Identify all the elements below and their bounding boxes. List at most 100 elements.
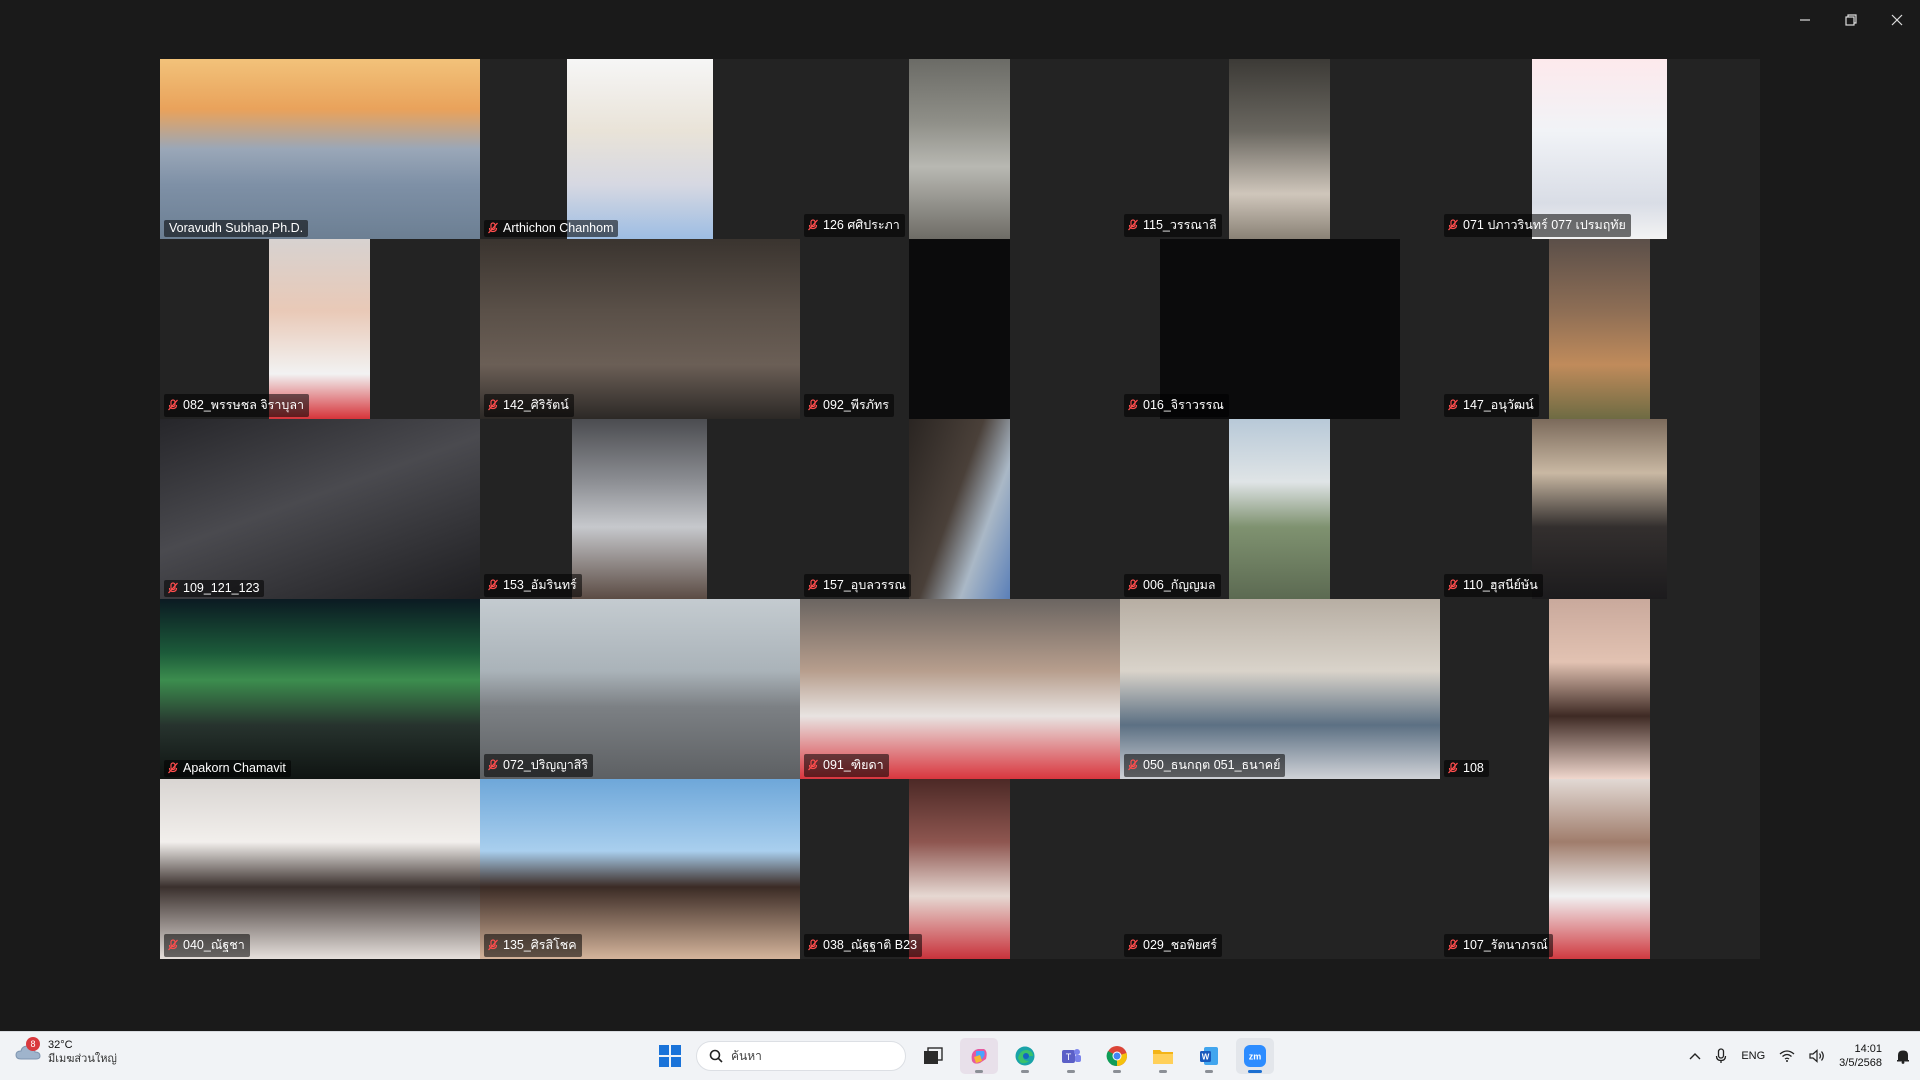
participant-tile[interactable]: Arthichon Chanhom bbox=[480, 59, 800, 239]
weather-badge: 8 bbox=[26, 1037, 40, 1051]
participant-tile[interactable]: 115_วรรณาลี bbox=[1120, 59, 1440, 239]
weather-widget[interactable]: 8 32°C มีเมฆส่วนใหญ่ bbox=[14, 1037, 117, 1066]
participant-name: 092_พีรภัทร bbox=[823, 398, 889, 412]
participant-tile[interactable]: 038_ณัฐฐาติ B23 bbox=[800, 779, 1120, 959]
participant-tile[interactable]: 072_ปริญญาสิริ bbox=[480, 599, 800, 779]
participant-video bbox=[909, 779, 1010, 959]
participant-name: 147_อนุวัฒน์ bbox=[1463, 398, 1534, 412]
participant-name-label: 109_121_123 bbox=[164, 580, 265, 597]
participant-tile[interactable]: 153_อัมรินทร์ bbox=[480, 419, 800, 599]
participant-video bbox=[909, 419, 1010, 599]
participant-video bbox=[567, 59, 713, 239]
copilot-button[interactable] bbox=[960, 1038, 998, 1074]
participant-name: 153_อัมรินทร์ bbox=[503, 578, 577, 592]
participant-name: 109_121_123 bbox=[183, 581, 260, 595]
participant-tile[interactable]: 107_รัตนาภรณ์ bbox=[1440, 779, 1760, 959]
svg-text:W: W bbox=[1202, 1053, 1210, 1062]
participant-tile[interactable]: 029_ชอพิยศร์ bbox=[1120, 779, 1440, 959]
participant-name-label: 038_ณัฐฐาติ B23 bbox=[804, 934, 923, 957]
participant-video bbox=[1532, 419, 1667, 599]
participant-name: 082_พรรษชล จิราบุลา bbox=[183, 398, 305, 412]
word-button[interactable]: W bbox=[1190, 1038, 1228, 1074]
chevron-up-icon[interactable] bbox=[1689, 1052, 1701, 1060]
participant-tile[interactable]: 110_ฮุสนีย์ษัน bbox=[1440, 419, 1760, 599]
speaker-icon[interactable] bbox=[1809, 1049, 1825, 1063]
participant-name-label: Arthichon Chanhom bbox=[484, 220, 619, 237]
muted-mic-icon bbox=[1448, 762, 1458, 774]
participant-video bbox=[160, 779, 480, 959]
edge-button[interactable] bbox=[1006, 1038, 1044, 1074]
minimize-button[interactable] bbox=[1782, 0, 1828, 40]
participant-tile[interactable]: Apakorn Chamavit bbox=[160, 599, 480, 779]
task-view-button[interactable] bbox=[914, 1038, 952, 1074]
participant-name-label: 157_อุบลวรรณ bbox=[804, 574, 911, 597]
participant-video bbox=[1549, 779, 1650, 959]
close-button[interactable] bbox=[1874, 0, 1920, 40]
participant-video bbox=[909, 59, 1010, 239]
participant-name: 072_ปริญญาสิริ bbox=[503, 758, 589, 772]
taskbar-search[interactable]: ค้นหา bbox=[696, 1041, 906, 1071]
participant-tile[interactable]: Voravudh Subhap,Ph.D. bbox=[160, 59, 480, 239]
participant-name: 107_รัตนาภรณ์ bbox=[1463, 938, 1548, 952]
muted-mic-icon bbox=[1128, 759, 1138, 771]
participant-tile[interactable]: 050_ธนกฤต 051_ธนาคย์ bbox=[1120, 599, 1440, 779]
participant-name: 040_ณัฐชา bbox=[183, 938, 245, 952]
language-indicator[interactable]: ENG bbox=[1741, 1050, 1765, 1062]
participant-video bbox=[572, 419, 707, 599]
weather-temp: 32°C bbox=[48, 1039, 73, 1051]
participant-name-label: 092_พีรภัทร bbox=[804, 394, 894, 417]
participant-tile[interactable]: 071 ปภาวรินทร์ 077 เปรมฤทัย bbox=[1440, 59, 1760, 239]
start-button[interactable] bbox=[652, 1038, 688, 1074]
participant-name: Arthichon Chanhom bbox=[503, 221, 614, 235]
file-explorer-button[interactable] bbox=[1144, 1038, 1182, 1074]
copilot-icon bbox=[971, 1049, 987, 1064]
microphone-icon[interactable] bbox=[1715, 1048, 1727, 1064]
participant-name: 157_อุบลวรรณ bbox=[823, 578, 906, 592]
muted-mic-icon bbox=[1128, 399, 1138, 411]
participant-tile[interactable]: 040_ณัฐชา bbox=[160, 779, 480, 959]
participant-name: 135_ศิรสิโชค bbox=[503, 938, 577, 952]
window-controls bbox=[1782, 0, 1920, 40]
restore-button[interactable] bbox=[1828, 0, 1874, 40]
participant-name-label: 091_ฑิยดา bbox=[804, 754, 889, 777]
participant-tile[interactable]: 006_กัญญมล bbox=[1120, 419, 1440, 599]
participant-video bbox=[1229, 59, 1330, 239]
notification-bell-icon[interactable] bbox=[1896, 1048, 1910, 1064]
muted-mic-icon bbox=[168, 399, 178, 411]
participant-name: 115_วรรณาลี bbox=[1143, 218, 1217, 232]
participant-tile[interactable]: 082_พรรษชล จิราบุลา bbox=[160, 239, 480, 419]
muted-mic-icon bbox=[808, 399, 818, 411]
muted-mic-icon bbox=[1448, 579, 1458, 591]
participant-tile[interactable]: 157_อุบลวรรณ bbox=[800, 419, 1120, 599]
muted-mic-icon bbox=[808, 759, 818, 771]
muted-mic-icon bbox=[168, 582, 178, 594]
participant-video bbox=[1229, 419, 1330, 599]
muted-mic-icon bbox=[488, 399, 498, 411]
participant-name-label: 082_พรรษชล จิราบุลา bbox=[164, 394, 310, 417]
participant-name-label: 006_กัญญมล bbox=[1124, 574, 1221, 597]
participant-tile[interactable]: 092_พีรภัทร bbox=[800, 239, 1120, 419]
participant-tile[interactable]: 147_อนุวัฒน์ bbox=[1440, 239, 1760, 419]
participant-name-label: 153_อัมรินทร์ bbox=[484, 574, 582, 597]
participant-tile[interactable]: 016_จิราวรรณ bbox=[1120, 239, 1440, 419]
teams-button[interactable]: T bbox=[1052, 1038, 1090, 1074]
clock[interactable]: 14:01 3/5/2568 bbox=[1839, 1042, 1882, 1070]
participant-video bbox=[480, 779, 800, 959]
participant-name-label: Voravudh Subhap,Ph.D. bbox=[164, 220, 309, 237]
word-icon: W bbox=[1200, 1047, 1218, 1065]
participant-tile[interactable]: 108 bbox=[1440, 599, 1760, 779]
muted-mic-icon bbox=[488, 759, 498, 771]
close-icon bbox=[1891, 14, 1903, 26]
minimize-icon bbox=[1800, 19, 1810, 21]
participant-video bbox=[160, 59, 480, 239]
participant-tile[interactable]: 126 ศศิประภา bbox=[800, 59, 1120, 239]
wifi-icon[interactable] bbox=[1779, 1050, 1795, 1062]
chrome-button[interactable] bbox=[1098, 1038, 1136, 1074]
participant-tile[interactable]: 135_ศิรสิโชค bbox=[480, 779, 800, 959]
chrome-icon bbox=[1106, 1046, 1127, 1067]
participant-tile[interactable]: 109_121_123 bbox=[160, 419, 480, 599]
zoom-button[interactable]: zm bbox=[1236, 1038, 1274, 1074]
participant-name: 038_ณัฐฐาติ B23 bbox=[823, 938, 918, 952]
participant-tile[interactable]: 091_ฑิยดา bbox=[800, 599, 1120, 779]
participant-tile[interactable]: 142_ศิริรัตน์ bbox=[480, 239, 800, 419]
